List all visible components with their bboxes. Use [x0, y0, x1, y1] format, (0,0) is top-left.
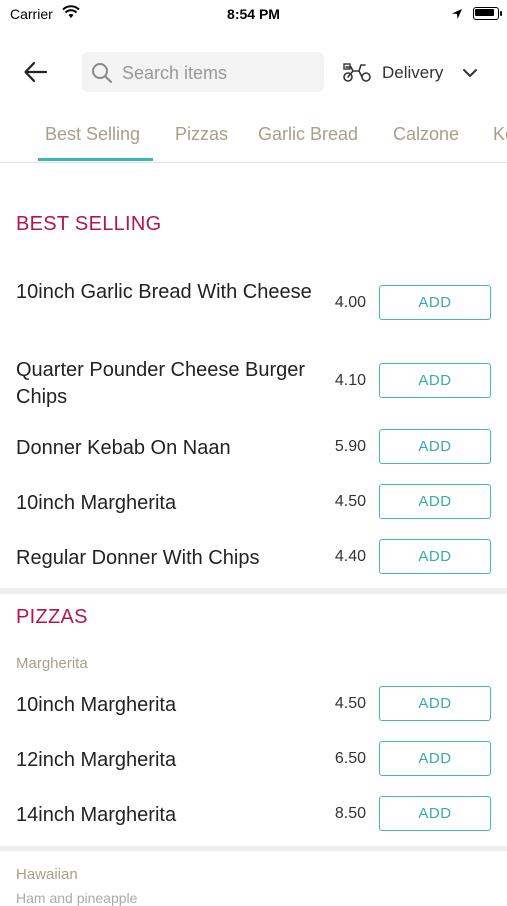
- tab-kebabs[interactable]: Ke: [493, 124, 507, 145]
- item-price: 4.40: [334, 548, 366, 565]
- section-divider: [0, 588, 507, 594]
- battery-icon: [473, 7, 502, 20]
- add-button[interactable]: ADD: [379, 539, 491, 574]
- item-name: 10inch Margherita: [16, 694, 177, 716]
- status-time: 8:54 PM: [227, 6, 280, 22]
- item-price: 4.10: [334, 372, 366, 389]
- item-price: 5.90: [334, 438, 366, 455]
- add-button[interactable]: ADD: [379, 484, 491, 519]
- item-name: Regular Donner With Chips: [16, 547, 260, 569]
- item-name: Quarter Pounder Cheese Burger Chips: [16, 359, 306, 408]
- add-button[interactable]: ADD: [379, 429, 491, 464]
- search-box[interactable]: [82, 52, 324, 94]
- location-arrow-icon: [451, 7, 463, 25]
- item-price: 6.50: [334, 750, 366, 767]
- category-tabs: Best Selling Pizzas Garlic Bread Calzone…: [0, 110, 507, 163]
- delivery-selector[interactable]: Delivery: [340, 55, 490, 89]
- item-name: 12inch Margherita: [16, 749, 177, 771]
- add-button[interactable]: ADD: [379, 686, 491, 721]
- subcategory-title: Margherita: [16, 655, 88, 672]
- item-price: 8.50: [334, 805, 366, 822]
- add-button[interactable]: ADD: [379, 796, 491, 831]
- chevron-down-icon: [462, 65, 478, 83]
- subcategory-description: Ham and pineapple: [16, 890, 138, 906]
- tab-best-selling[interactable]: Best Selling: [45, 124, 140, 145]
- item-name: 14inch Margherita: [16, 804, 177, 826]
- scooter-icon: [342, 61, 372, 88]
- back-arrow-icon[interactable]: [22, 58, 50, 86]
- add-button[interactable]: ADD: [379, 285, 491, 320]
- tab-pizzas[interactable]: Pizzas: [175, 124, 228, 145]
- add-button[interactable]: ADD: [379, 741, 491, 776]
- header-bar: Delivery: [0, 50, 507, 94]
- delivery-label: Delivery: [382, 63, 444, 82]
- item-name: 10inch Garlic Bread With Cheese: [16, 281, 312, 303]
- subcategory-title: Hawaiian: [16, 866, 78, 883]
- item-price: 4.00: [334, 294, 366, 311]
- status-bar: Carrier 8:54 PM: [0, 0, 507, 30]
- tab-garlic-bread[interactable]: Garlic Bread: [258, 124, 358, 145]
- item-price: 4.50: [334, 493, 366, 510]
- search-icon: [91, 62, 113, 89]
- tab-calzone[interactable]: Calzone: [393, 124, 459, 145]
- subcategory-divider: [0, 846, 507, 851]
- add-button[interactable]: ADD: [379, 363, 491, 398]
- item-name: 10inch Margherita: [16, 492, 177, 514]
- section-title-best-selling: BEST SELLING: [16, 213, 162, 235]
- active-tab-indicator: [38, 158, 153, 161]
- item-price: 4.50: [334, 695, 366, 712]
- section-title-pizzas: PIZZAS: [16, 606, 88, 628]
- item-name: Donner Kebab On Naan: [16, 437, 231, 459]
- search-input[interactable]: [120, 52, 320, 94]
